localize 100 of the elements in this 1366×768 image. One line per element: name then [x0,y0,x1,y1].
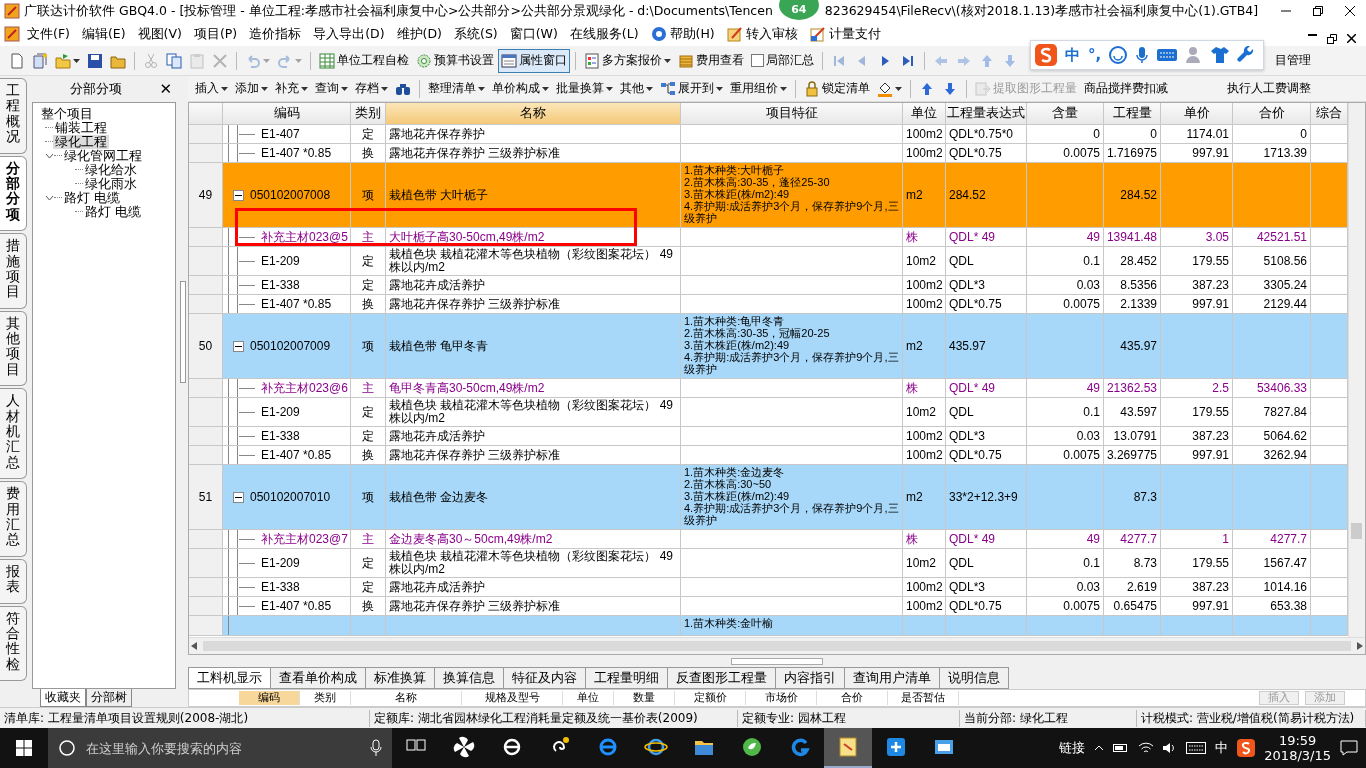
side-tab[interactable]: 符合性检 [0,605,27,682]
toolbar-button[interactable]: 重用组价 [727,76,790,101]
detail-tab[interactable]: 特征及内容 [504,667,586,689]
table-row[interactable]: 51 050102007010 项 栽植色带 金边麦冬 1.苗木种类:金边麦冬 2.苗木株高:30~50 3.苗木株距(株/m2):49 4.养护期:成活养护3个月，保存养护9个月,三级养护 m2 33*2+12.3+9 87.3 [189,465,1348,530]
table-row[interactable]: 1.苗木种类:金叶榆 [189,616,1348,636]
toolbar-button[interactable]: 存档 [352,76,391,101]
side-tab[interactable]: 工程概况 [0,78,27,154]
toolbar-button[interactable]: 查询 [312,76,351,101]
toolbar-button[interactable]: 执行人工费调整 [1224,76,1314,101]
column-header[interactable]: 编码 [239,691,300,705]
detail-tab[interactable]: 说明信息 [940,667,1009,689]
toolbar-button[interactable]: 其他 [617,76,656,101]
column-header[interactable]: 工程量 [1104,103,1161,125]
toolbar-button[interactable]: 添加 [232,76,271,101]
column-header[interactable]: 名称 [386,103,681,125]
tree-item[interactable]: 整个项目 [39,107,95,121]
clock-time[interactable]: 19:59 [1278,733,1317,748]
table-row[interactable]: 50 050102007009 项 栽植色带 龟甲冬青 1.苗木种类:龟甲冬青 2.苗木株高:30-35，冠幅20-25 3.苗木株距(株/m2):49 4.养护期:成活养护3个月，保存养护9个月,三级养护 m2 435.97 435.97 [189,314,1348,379]
tree-item[interactable]: 路灯 电缆 [83,205,143,219]
detail-tab[interactable]: 工程量明细 [586,667,668,689]
toolbar-checkbox[interactable]: 局部汇总 [748,48,817,73]
detail-tab[interactable]: 换算信息 [435,667,504,689]
menu-item[interactable]: 转入审核 [721,23,803,45]
detail-tab[interactable]: 标准换算 [366,667,435,689]
column-header[interactable]: 定额价 [675,691,746,705]
column-header[interactable]: 合价 [817,691,888,705]
column-header[interactable]: 综合 [1311,103,1348,125]
column-header[interactable]: 是否暂估 [888,691,959,705]
menu-item[interactable]: 编辑(E) [76,23,131,45]
toolbar-button[interactable]: 属性窗口 [498,48,570,73]
menu-item[interactable]: 文件(F) [22,23,75,45]
tree-item[interactable]: 铺装工程 [53,121,109,135]
clock-date[interactable]: 2018/3/15 [1264,748,1331,763]
status-text: 清单库: 工程量清单项目设置规则(2008-湖北) [0,709,370,727]
tree-item[interactable]: 路灯 电缆 [62,191,122,205]
toolbar-button[interactable]: 费用查看 [675,48,747,73]
column-header[interactable]: 含量 [1027,103,1104,125]
side-tab[interactable]: 报表 [0,558,27,604]
column-header[interactable]: 工程量表达式 [946,103,1027,125]
detail-tab[interactable]: 查询用户清单 [845,667,940,689]
close-button[interactable]: ✕ [157,80,174,98]
side-tab[interactable]: 费用汇总 [0,481,27,557]
column-header[interactable]: 单位 [563,691,614,705]
panel-tab[interactable]: 分部树 [86,689,132,707]
window-title: 广联达计价软件 GBQ4.0 - [投标管理 - 单位工程:孝感市社会福利康复中心>公共部分>公共部分景观绿化 - d:\Documents\Tencen [24,2,773,20]
menu-item[interactable]: 窗口(W) [504,23,563,45]
menu-item[interactable]: 项目(P) [188,23,243,45]
side-tab[interactable]: 分部分项 [0,155,27,232]
toolbar-button[interactable]: 插入 [192,76,231,101]
side-tab[interactable]: 人材机汇总 [0,388,27,480]
menu-item[interactable]: 造价指标 [244,23,307,45]
detail-tab[interactable]: 查看单价构成 [271,667,366,689]
toolbar-button[interactable]: 展开到 [657,76,726,101]
language-indicator[interactable]: 中 [1065,45,1080,65]
tree-item[interactable]: 绿化工程 [53,135,109,149]
toolbar-button[interactable]: 商品搅拌费扣减 [1081,76,1171,101]
toolbar-button[interactable]: 目管理 [1272,48,1314,73]
table-row[interactable]: 49 050102007008 项 栽植色带 大叶栀子 1.苗木种类:大叶栀子 2.苗木株高:30-35，蓬径25-30 3.苗木株距(株/m2):49 4.养护期:成活养护3个月，保存养护9个月,三级养护 m2 284.52 284.52 [189,163,1348,228]
column-header[interactable]: 项目特征 [681,103,903,125]
toolbar-button[interactable]: 整理清单 [425,76,488,101]
column-header[interactable]: 名称 [351,691,462,705]
status-text: 定额库: 湖北省园林绿化工程消耗量定额及统一基价表(2009) [370,709,738,727]
toolbar-button[interactable]: 多方案报价 [581,48,674,73]
column-header[interactable]: 类别 [351,103,386,125]
detail-tab[interactable]: 工料机显示 [188,667,271,689]
language-indicator[interactable]: 中 [1215,739,1229,757]
toolbar-button[interactable]: 补充 [272,76,311,101]
menu-item[interactable]: 帮助(H) [645,23,720,45]
column-header[interactable]: 合价 [1233,103,1311,125]
menu-item[interactable]: 在线服务(L) [564,23,644,45]
column-header[interactable]: 单价 [1161,103,1233,125]
column-header[interactable]: 类别 [300,691,351,705]
toolbar-button[interactable]: 单位工程自检 [316,48,412,73]
tree-item[interactable]: 绿化雨水 [83,177,139,191]
menu-item[interactable]: 计量支付 [804,23,886,45]
detail-tab[interactable]: 内容指引 [776,667,845,689]
menu-item[interactable]: 视图(V) [132,23,187,45]
column-header[interactable]: 规格及型号 [462,691,563,705]
column-header[interactable]: 编码 [223,103,351,125]
toolbar-button[interactable]: 单价构成 [489,76,552,101]
tree-item[interactable]: 绿化管网工程 [62,149,144,163]
column-header[interactable]: 数量 [614,691,675,705]
menu-item[interactable]: 导入导出(D) [308,23,390,45]
tree-item[interactable]: 绿化给水 [83,163,139,177]
tray-text[interactable]: 链接 [1059,739,1086,757]
panel-tab[interactable]: 收藏夹 [40,689,86,707]
menu-item[interactable]: 维护(D) [391,23,447,45]
search-field[interactable]: 在这里输入你要搜索的内容 [84,739,362,757]
menu-item[interactable]: 系统(S) [449,23,503,45]
toolbar-button[interactable]: 锁定清单 [801,76,873,101]
toolbar-button[interactable]: 批量换算 [553,76,616,101]
punctuation-indicator[interactable]: °, [1088,46,1102,64]
side-tab[interactable]: 措施项目 [0,233,27,309]
side-tab[interactable]: 其他项目 [0,310,27,387]
toolbar-button[interactable]: 预算书设置 [413,48,497,73]
detail-tab[interactable]: 反查图形工程量 [668,667,776,689]
code-text: 补充主材023@7 [261,532,348,546]
column-header[interactable]: 单位 [903,103,946,125]
column-header[interactable]: 市场价 [746,691,817,705]
search-bar[interactable]: 在这里输入你要搜索的内容 [48,728,392,768]
